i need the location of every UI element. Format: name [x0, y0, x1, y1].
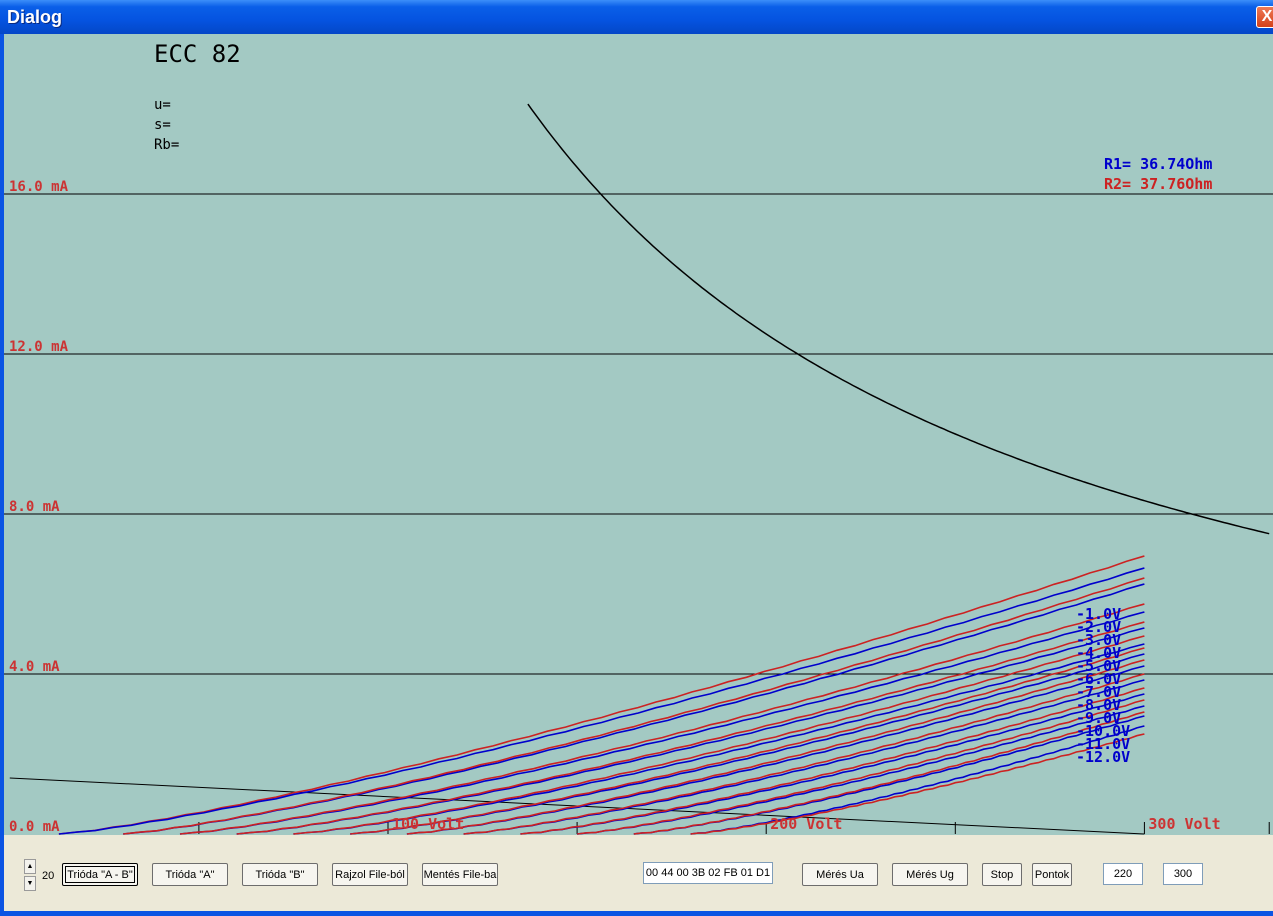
anode-curve [236, 621, 1145, 835]
anode-curve [577, 705, 1145, 835]
close-button[interactable]: X [1256, 6, 1273, 28]
y-tick-label: 4.0 mA [9, 659, 60, 675]
parameter-label: s= [154, 117, 171, 133]
x-tick-label: 300 Volt [1148, 815, 1220, 833]
anode-curve [293, 635, 1145, 835]
chart-title: ECC 82 [154, 40, 241, 68]
rajzol-file-button[interactable]: Rajzol File-ból [332, 863, 408, 886]
value-field-1[interactable]: 220 [1103, 863, 1143, 885]
y-tick-label: 12.0 mA [9, 339, 69, 355]
tube-curves-chart: 0.0 mA 4.0 mA 8.0 mA 12.0 mA 16.0 mA 100 Volt… [4, 40, 1273, 835]
x-tick-label: 100 Volt [392, 815, 464, 833]
title-bar: Dialog X [0, 0, 1273, 34]
spin-up-button[interactable]: ▲ [24, 859, 36, 874]
y-tick-label: 0.0 mA [9, 819, 60, 835]
parameter-label: Rb= [154, 137, 179, 153]
mentes-file-button[interactable]: Mentés File-ba [422, 863, 498, 886]
x-tick-label: 200 Volt [770, 815, 842, 833]
grid-voltage-label: -12.0V [1076, 748, 1130, 766]
window-bottom-border [0, 911, 1273, 916]
hex-data-field[interactable]: 00 44 00 3B 02 FB 01 D1 [643, 862, 773, 884]
trioda-b-button[interactable]: Trióda "B" [242, 863, 318, 886]
trioda-ab-button[interactable]: Trióda "A - B" [62, 863, 138, 886]
spin-value: 20 [42, 870, 55, 882]
anode-curve [58, 567, 1145, 835]
resistance-label: R1= 36.74Ohm [1104, 155, 1212, 173]
parameter-label: u= [154, 97, 171, 113]
anode-curve [520, 687, 1145, 835]
stop-button[interactable]: Stop [982, 863, 1022, 886]
trioda-a-button[interactable]: Trióda "A" [152, 863, 228, 886]
resistance-label: R2= 37.76Ohm [1104, 175, 1212, 193]
characteristic-plot: 0.0 mA 4.0 mA 8.0 mA 12.0 mA 16.0 mA 100 Volt… [4, 34, 1273, 835]
pontok-button[interactable]: Pontok [1032, 863, 1072, 886]
meres-ua-button[interactable]: Mérés Ua [802, 863, 878, 886]
meres-ug-button[interactable]: Mérés Ug [892, 863, 968, 886]
spin-down-button[interactable]: ▼ [24, 876, 36, 891]
window-title: Dialog [7, 7, 63, 27]
value-field-2[interactable]: 300 [1163, 863, 1203, 885]
y-tick-label: 8.0 mA [9, 499, 60, 515]
y-tick-label: 16.0 mA [9, 179, 69, 195]
